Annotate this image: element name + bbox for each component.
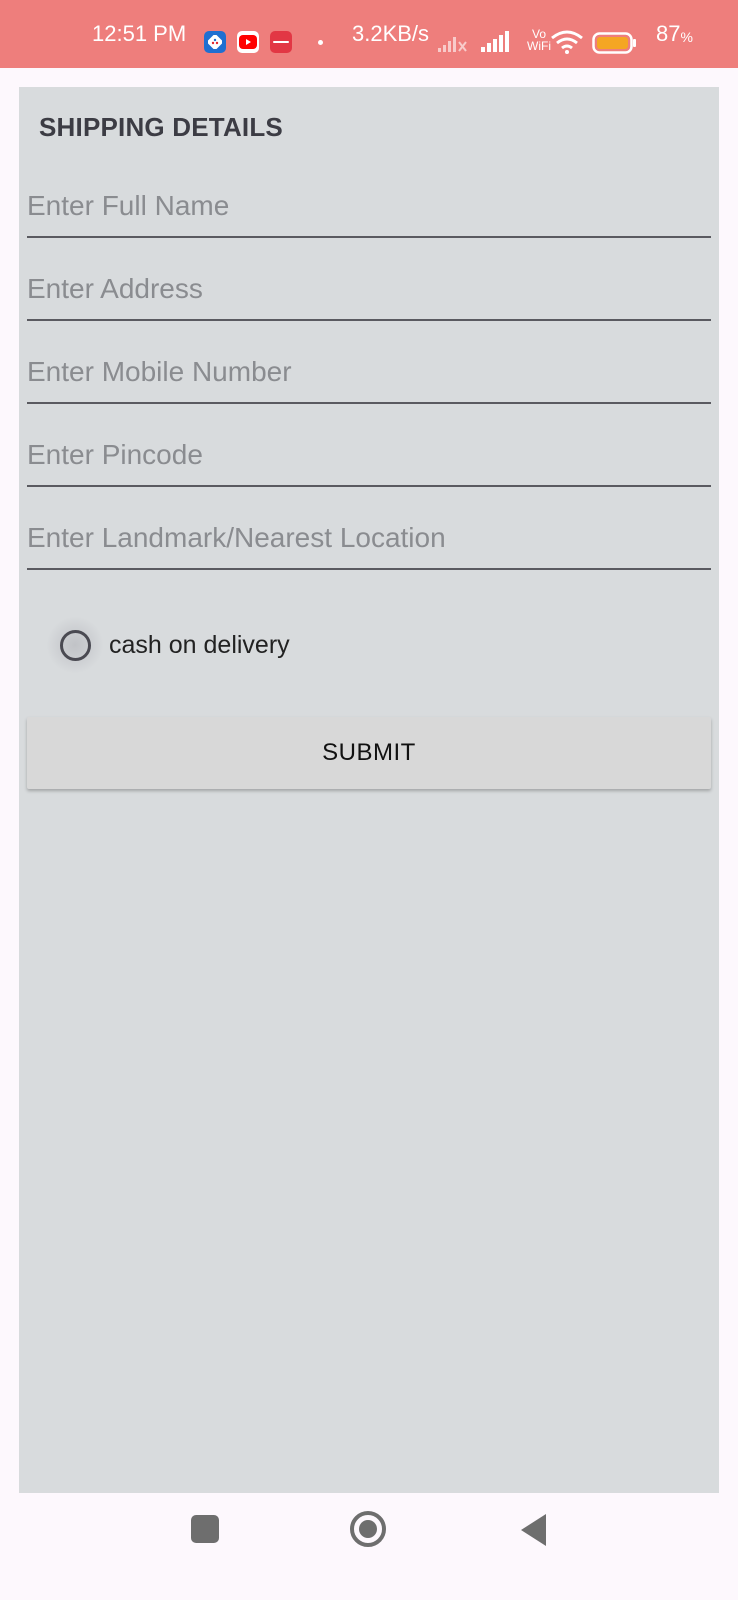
network-speed: 3.2KB/s: [352, 21, 430, 46]
youtube-icon: [237, 31, 259, 53]
submit-button[interactable]: SUBMIT: [27, 717, 711, 789]
page-title: SHIPPING DETAILS: [39, 112, 283, 142]
address-input[interactable]: [27, 263, 711, 315]
back-icon[interactable]: [521, 1514, 546, 1546]
notification-dot-icon: [318, 40, 323, 45]
vowifi-bottom-label: WiFi: [527, 39, 551, 53]
clock: 12:51 PM: [92, 21, 187, 46]
radio-ripple[interactable]: [47, 617, 103, 673]
radio-button-icon[interactable]: [59, 629, 91, 661]
battery-value: 87: [656, 21, 681, 46]
cash-on-delivery-option[interactable]: cash on delivery: [47, 615, 290, 675]
no-signal-icon: [438, 31, 468, 58]
battery-unit: %: [680, 29, 693, 45]
shipping-form: SHIPPING DETAILS cash on delivery SUBMIT: [19, 87, 719, 1493]
wifi-icon: [550, 30, 584, 59]
full-name-input[interactable]: [27, 180, 711, 232]
pincode-input[interactable]: [27, 429, 711, 481]
battery-percent: 87%: [656, 0, 693, 68]
pincode-field[interactable]: [27, 429, 711, 487]
mobile-number-field[interactable]: [27, 346, 711, 404]
mobile-number-input[interactable]: [27, 346, 711, 398]
full-name-field[interactable]: [27, 180, 711, 238]
vowifi-icon: Vo WiFi: [527, 28, 551, 52]
status-bar: 12:51 PM 3.2KB/s Vo WiFi 87 %: [0, 0, 738, 68]
signal-icon: [481, 31, 511, 58]
home-icon-center: [359, 1520, 377, 1538]
zomato-icon: [270, 31, 292, 53]
landmark-input[interactable]: [27, 512, 711, 564]
battery-icon: [592, 32, 638, 59]
home-icon[interactable]: [350, 1511, 386, 1547]
address-field[interactable]: [27, 263, 711, 321]
recent-apps-icon[interactable]: [191, 1515, 219, 1543]
cash-on-delivery-label[interactable]: cash on delivery: [109, 631, 290, 660]
dominos-icon: [204, 31, 226, 53]
landmark-field[interactable]: [27, 512, 711, 570]
